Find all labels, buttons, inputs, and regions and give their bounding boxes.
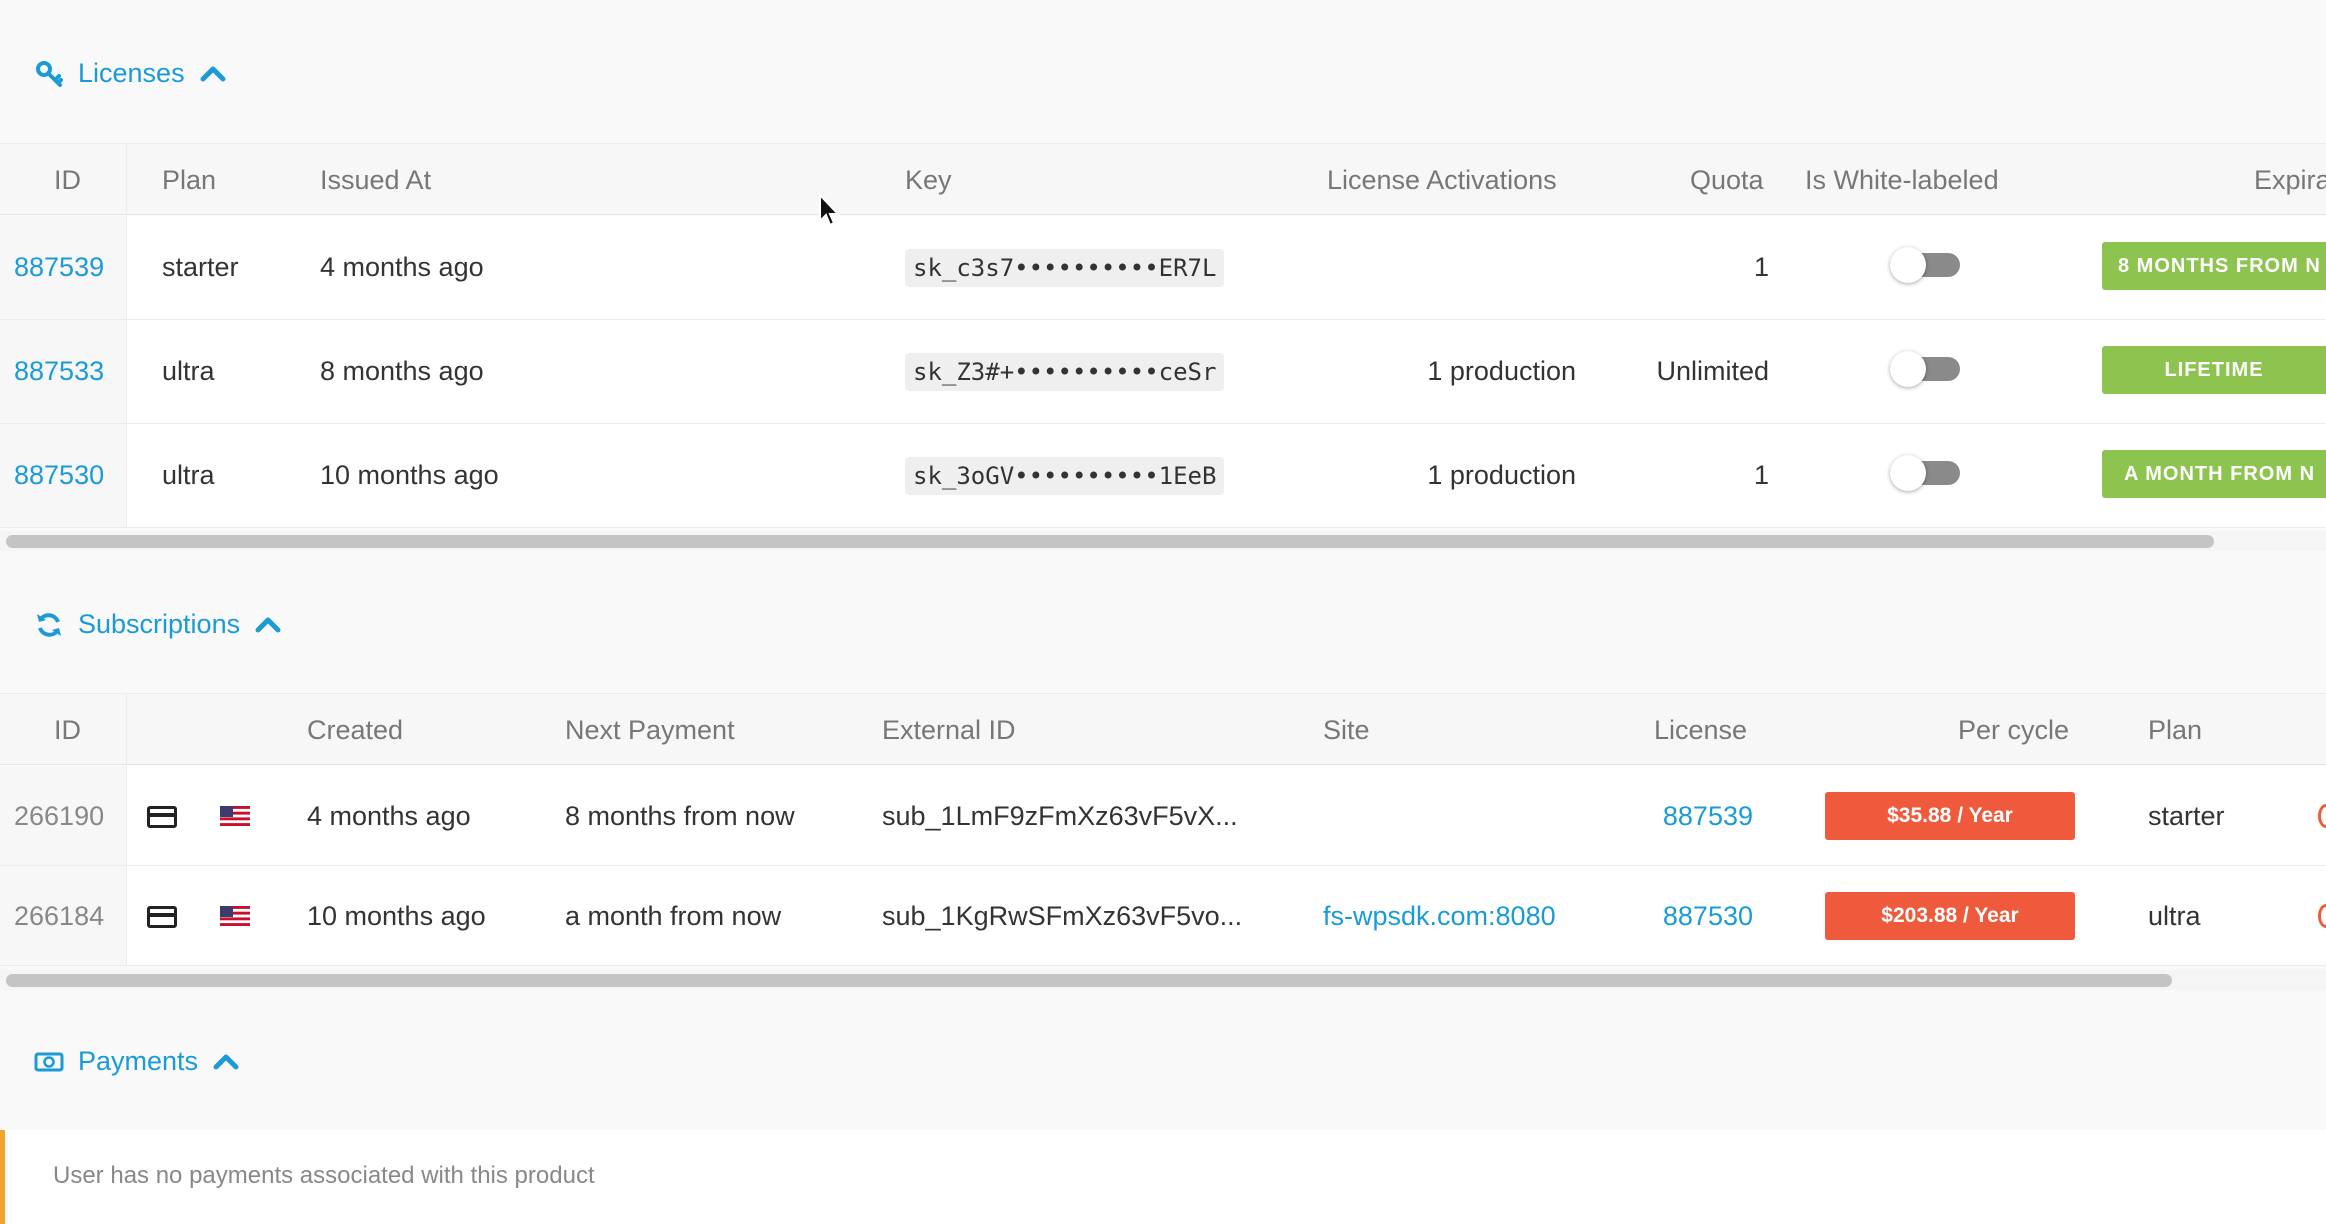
table-row: 887539 starter 4 months ago sk_c3s7•••••… xyxy=(0,216,2326,320)
license-activations: 1 production xyxy=(1427,356,1576,386)
license-plan: starter xyxy=(162,252,239,282)
column-header-external-id[interactable]: External ID xyxy=(882,694,1016,766)
subscriptions-title[interactable]: Subscriptions xyxy=(78,609,240,640)
table-row: 887533 ultra 8 months ago sk_Z3#+•••••••… xyxy=(0,320,2326,424)
subscription-plan: starter xyxy=(2148,801,2225,831)
subscription-license-link[interactable]: 887530 xyxy=(1663,901,1753,932)
column-header-per-cycle[interactable]: Per cycle xyxy=(1958,694,2069,766)
license-id-link[interactable]: 887533 xyxy=(14,356,104,387)
scrollbar-thumb[interactable] xyxy=(6,974,2172,987)
price-badge: $203.88 / Year xyxy=(1825,892,2075,940)
license-quota: 1 xyxy=(1753,460,1769,490)
subscription-id: 266190 xyxy=(14,801,105,831)
license-plan: ultra xyxy=(162,460,215,490)
column-header-white-labeled[interactable]: Is White-labeled xyxy=(1805,144,1999,216)
subscription-created: 4 months ago xyxy=(307,801,471,831)
column-header-plan[interactable]: Plan xyxy=(2148,694,2202,766)
license-issued-at: 4 months ago xyxy=(320,252,484,282)
column-header-next-payment[interactable]: Next Payment xyxy=(565,694,735,766)
status-indicator-icon xyxy=(2318,804,2326,828)
toggle-knob xyxy=(1890,351,1926,387)
white-label-toggle[interactable] xyxy=(1890,351,1960,387)
payments-section-header[interactable]: Payments xyxy=(34,1046,240,1077)
credit-card-icon xyxy=(147,806,177,828)
subscription-site-link[interactable]: fs-wpsdk.com:8080 xyxy=(1323,901,1556,932)
licenses-table-header: ID Plan Issued At Key License Activation… xyxy=(0,143,2326,336)
chevron-up-icon[interactable] xyxy=(254,614,282,636)
license-quota: 1 xyxy=(1753,252,1769,282)
white-label-toggle[interactable] xyxy=(1890,247,1960,283)
license-activations: 1 production xyxy=(1427,460,1576,490)
column-header-expiration[interactable]: Expira xyxy=(2254,144,2326,216)
white-label-toggle[interactable] xyxy=(1890,455,1960,491)
subscriptions-table-header: ID Created Next Payment External ID Site… xyxy=(0,693,2326,765)
license-plan: ultra xyxy=(162,356,215,386)
subscriptions-section-header[interactable]: Subscriptions xyxy=(34,609,282,640)
mouse-cursor-icon xyxy=(819,193,841,227)
subscription-license-link[interactable]: 887539 xyxy=(1663,801,1753,832)
subscriptions-horizontal-scrollbar[interactable] xyxy=(0,970,2326,990)
column-header-id[interactable]: ID xyxy=(54,144,81,216)
price-badge: $35.88 / Year xyxy=(1825,792,2075,840)
key-icon xyxy=(34,59,64,89)
column-header-key[interactable]: Key xyxy=(905,144,952,216)
license-issued-at: 10 months ago xyxy=(320,460,499,490)
payments-title[interactable]: Payments xyxy=(78,1046,198,1077)
subscription-external-id: sub_1KgRwSFmXz63vF5vo... xyxy=(882,901,1243,931)
license-quota: Unlimited xyxy=(1656,356,1769,386)
license-issued-at: 8 months ago xyxy=(320,356,484,386)
column-header-license-activations[interactable]: License Activations xyxy=(1327,144,1557,216)
scrollbar-thumb[interactable] xyxy=(6,535,2214,548)
toggle-knob xyxy=(1890,247,1926,283)
subscription-next-payment: 8 months from now xyxy=(565,801,795,831)
table-row: 887530 ultra 10 months ago sk_3oGV••••••… xyxy=(0,424,2326,528)
subscription-next-payment: a month from now xyxy=(565,901,782,931)
expiration-badge: A MONTH FROM N xyxy=(2102,450,2326,498)
subscription-external-id: sub_1LmF9zFmXz63vF5vX... xyxy=(882,801,1238,831)
chevron-up-icon[interactable] xyxy=(199,63,227,85)
us-flag-icon xyxy=(220,806,250,826)
column-header-quota[interactable]: Quota xyxy=(1690,144,1764,216)
column-header-plan[interactable]: Plan xyxy=(162,144,216,216)
status-indicator-icon xyxy=(2318,904,2326,928)
table-row: 266190 4 months ago 8 months from now su… xyxy=(0,766,2326,866)
money-icon xyxy=(34,1047,64,1077)
license-id-link[interactable]: 887530 xyxy=(14,460,104,491)
licenses-section-header[interactable]: Licenses xyxy=(34,58,227,89)
toggle-knob xyxy=(1890,455,1926,491)
expiration-badge: LIFETIME xyxy=(2102,346,2326,394)
credit-card-icon xyxy=(147,906,177,928)
no-payments-notice: User has no payments associated with thi… xyxy=(0,1130,2326,1224)
table-row: 266184 10 months ago a month from now su… xyxy=(0,866,2326,966)
license-id-link[interactable]: 887539 xyxy=(14,252,104,283)
column-header-issued-at[interactable]: Issued At xyxy=(320,144,431,216)
license-key[interactable]: sk_3oGV••••••••••1EeB xyxy=(905,457,1225,495)
no-payments-message: User has no payments associated with thi… xyxy=(53,1162,595,1189)
column-header-created[interactable]: Created xyxy=(307,694,403,766)
license-key[interactable]: sk_Z3#+••••••••••ceSr xyxy=(905,353,1225,391)
subscription-plan: ultra xyxy=(2148,901,2201,931)
refresh-icon xyxy=(34,610,64,640)
column-header-id[interactable]: ID xyxy=(54,694,81,766)
expiration-badge: 8 MONTHS FROM N xyxy=(2102,242,2326,290)
subscription-id: 266184 xyxy=(14,901,105,931)
chevron-up-icon[interactable] xyxy=(212,1051,240,1073)
us-flag-icon xyxy=(220,906,250,926)
column-header-license[interactable]: License xyxy=(1654,694,1747,766)
licenses-title[interactable]: Licenses xyxy=(78,58,185,89)
licenses-horizontal-scrollbar[interactable] xyxy=(0,531,2326,551)
license-key[interactable]: sk_c3s7••••••••••ER7L xyxy=(905,249,1225,287)
subscription-created: 10 months ago xyxy=(307,901,486,931)
column-header-site[interactable]: Site xyxy=(1323,694,1370,766)
